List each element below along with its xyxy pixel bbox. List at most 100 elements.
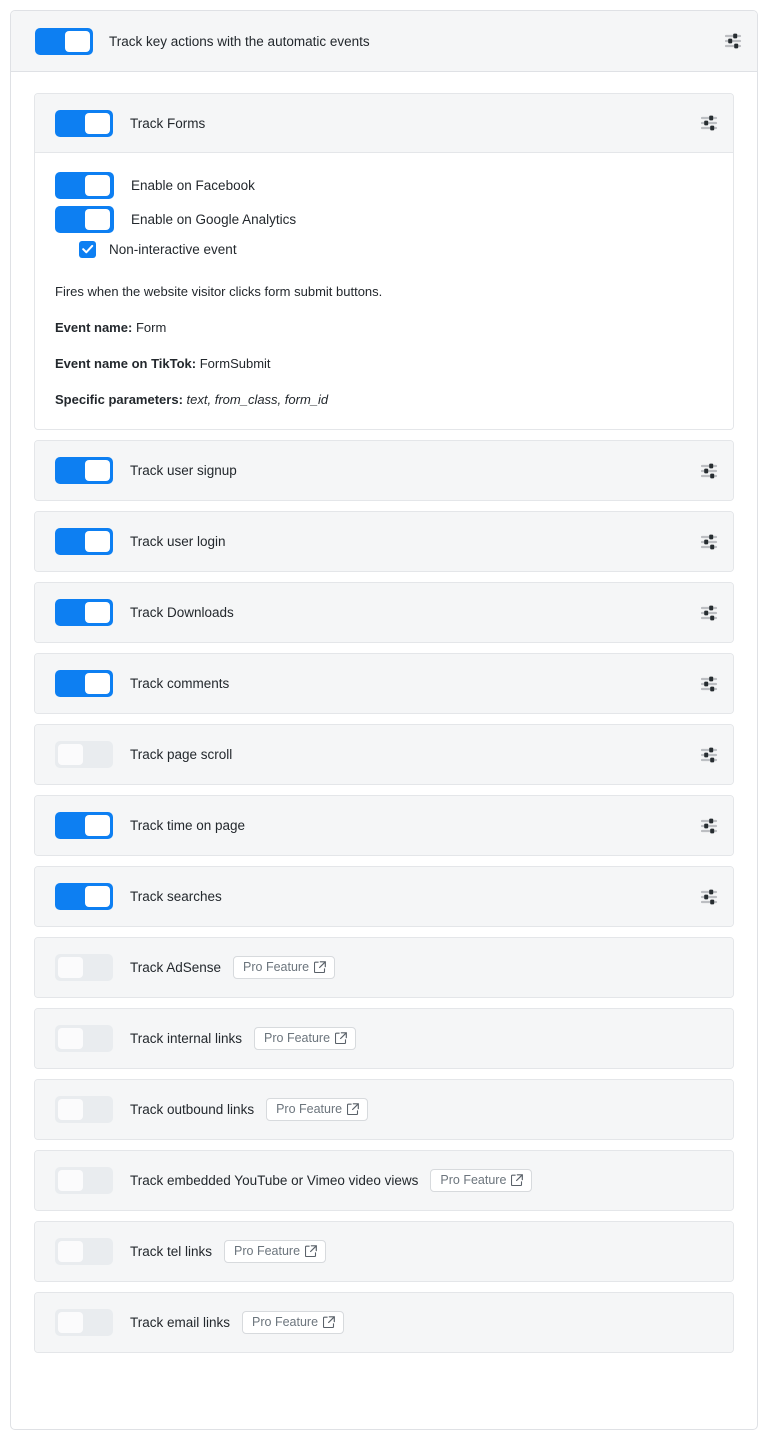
pro-feature-badge-track-adsense[interactable]: Pro Feature: [233, 955, 336, 980]
event-label-track-internal-links: Track internal links: [130, 1031, 243, 1046]
event-card-track-adsense: Track AdSense Pro Feature: [34, 937, 734, 998]
toggle-knob: [58, 1312, 83, 1333]
toggle-knob: [85, 815, 110, 836]
toggle-track-user-login[interactable]: [55, 528, 113, 555]
sliders-icon-track-time-on-page[interactable]: [700, 817, 719, 835]
event-name-key: Event name:: [55, 320, 133, 335]
event-header-track-outbound-links: Track outbound links Pro Feature: [35, 1080, 733, 1139]
toggle-track-page-scroll[interactable]: [55, 741, 113, 768]
sliders-icon-track-user-signup[interactable]: [700, 462, 719, 480]
sub-toggle-row: Enable on Facebook: [55, 172, 713, 199]
toggle-track-comments[interactable]: [55, 670, 113, 697]
event-header-track-time-on-page: Track time on page: [35, 796, 733, 855]
event-label-track-email-links: Track email links: [130, 1315, 231, 1330]
event-card-track-embedded-video-views: Track embedded YouTube or Vimeo video vi…: [34, 1150, 734, 1211]
toggle-knob: [58, 957, 83, 978]
specific-parameters-key: Specific parameters:: [55, 392, 183, 407]
event-details-track-forms: Enable on Facebook Enable on Google Analy…: [35, 153, 733, 429]
toggle-knob: [85, 112, 110, 134]
pro-feature-label: Pro Feature: [264, 1030, 331, 1045]
events-list: Track Forms Enable on Facebook Enable on G…: [11, 72, 757, 1353]
pro-feature-label: Pro Feature: [243, 959, 310, 974]
toggle-knob: [58, 1241, 83, 1262]
sliders-icon[interactable]: [724, 32, 743, 50]
toggle-track-forms[interactable]: [55, 109, 113, 137]
event-card-track-comments: Track comments: [34, 653, 734, 714]
event-card-track-searches: Track searches: [34, 866, 734, 927]
event-label-track-embedded-video-views: Track embedded YouTube or Vimeo video vi…: [130, 1173, 419, 1188]
event-header-track-internal-links: Track internal links Pro Feature: [35, 1009, 733, 1068]
event-name-value: Form: [135, 320, 167, 335]
sub-toggle-track-forms-0[interactable]: [55, 172, 114, 199]
toggle-knob: [58, 1099, 83, 1120]
toggle-track-adsense[interactable]: [55, 954, 113, 981]
pro-feature-badge-track-embedded-video-views[interactable]: Pro Feature: [430, 1168, 533, 1193]
pro-feature-badge-track-internal-links[interactable]: Pro Feature: [254, 1026, 357, 1051]
toggle-knob: [58, 1028, 83, 1049]
pro-feature-badge-track-email-links[interactable]: Pro Feature: [242, 1310, 345, 1335]
toggle-track-searches[interactable]: [55, 883, 113, 910]
sub-toggle-track-forms-1[interactable]: [55, 206, 114, 233]
automatic-events-panel: Track key actions with the automatic eve…: [10, 10, 758, 1430]
event-card-track-page-scroll: Track page scroll: [34, 724, 734, 785]
pro-feature-label: Pro Feature: [234, 1243, 301, 1258]
event-card-track-user-login: Track user login: [34, 511, 734, 572]
toggle-track-time-on-page[interactable]: [55, 812, 113, 839]
specific-parameters-value: text, from_class, form_id: [186, 392, 329, 407]
toggle-knob: [85, 673, 110, 694]
event-header-track-forms: Track Forms: [35, 94, 733, 153]
event-card-track-forms: Track Forms Enable on Facebook Enable on G…: [34, 93, 734, 430]
toggle-track-embedded-video-views[interactable]: [55, 1167, 113, 1194]
pro-feature-badge-track-outbound-links[interactable]: Pro Feature: [266, 1097, 369, 1122]
event-header-track-searches: Track searches: [35, 867, 733, 926]
event-header-track-tel-links: Track tel links Pro Feature: [35, 1222, 733, 1281]
pro-feature-label: Pro Feature: [276, 1101, 343, 1116]
event-label-track-user-signup: Track user signup: [130, 463, 237, 478]
toggle-knob: [85, 209, 110, 230]
toggle-knob: [85, 460, 110, 481]
event-label-track-downloads: Track Downloads: [130, 605, 234, 620]
toggle-track-tel-links[interactable]: [55, 1238, 113, 1265]
master-automatic-events-toggle[interactable]: [35, 27, 93, 55]
external-link-icon: [305, 1245, 317, 1257]
sliders-icon-track-comments[interactable]: [700, 675, 719, 693]
event-card-track-tel-links: Track tel links Pro Feature: [34, 1221, 734, 1282]
toggle-track-downloads[interactable]: [55, 599, 113, 626]
event-label-track-page-scroll: Track page scroll: [130, 747, 233, 762]
pro-feature-badge-track-tel-links[interactable]: Pro Feature: [224, 1239, 327, 1264]
toggle-knob: [85, 531, 110, 552]
toggle-track-email-links[interactable]: [55, 1309, 113, 1336]
toggle-knob: [85, 886, 110, 907]
event-label-track-searches: Track searches: [130, 889, 222, 904]
specific-parameters-meta: Specific parameters: text, from_class, f…: [55, 392, 713, 407]
event-header-track-user-signup: Track user signup: [35, 441, 733, 500]
event-label-track-time-on-page: Track time on page: [130, 818, 246, 833]
external-link-icon: [511, 1174, 524, 1186]
sliders-icon-track-downloads[interactable]: [700, 604, 719, 622]
event-name-meta: Event name: Form: [55, 320, 713, 335]
sliders-icon-track-searches[interactable]: [700, 888, 719, 906]
sliders-icon-track-user-login[interactable]: [700, 533, 719, 551]
pro-feature-label: Pro Feature: [440, 1172, 507, 1187]
sliders-icon-track-page-scroll[interactable]: [700, 746, 719, 764]
event-card-track-user-signup: Track user signup: [34, 440, 734, 501]
toggle-knob: [85, 175, 110, 196]
external-link-icon: [323, 1316, 335, 1328]
event-label-track-tel-links: Track tel links: [130, 1244, 213, 1259]
toggle-track-outbound-links[interactable]: [55, 1096, 113, 1123]
external-link-icon: [335, 1032, 347, 1044]
event-description: Fires when the website visitor clicks fo…: [55, 284, 383, 299]
event-label-track-adsense: Track AdSense: [130, 960, 222, 975]
non-interactive-event-checkbox[interactable]: [79, 241, 96, 258]
event-name-tiktok-key: Event name on TikTok:: [55, 356, 197, 371]
event-label-track-outbound-links: Track outbound links: [130, 1102, 255, 1117]
event-card-track-email-links: Track email links Pro Feature: [34, 1292, 734, 1353]
event-card-track-downloads: Track Downloads: [34, 582, 734, 643]
toggle-knob: [58, 1170, 83, 1191]
non-interactive-event-row[interactable]: Non-interactive event: [79, 241, 713, 258]
sub-toggle-label: Enable on Google Analytics: [131, 212, 297, 227]
event-card-track-time-on-page: Track time on page: [34, 795, 734, 856]
toggle-track-internal-links[interactable]: [55, 1025, 113, 1052]
toggle-track-user-signup[interactable]: [55, 457, 113, 484]
sliders-icon-track-forms[interactable]: [700, 114, 719, 132]
